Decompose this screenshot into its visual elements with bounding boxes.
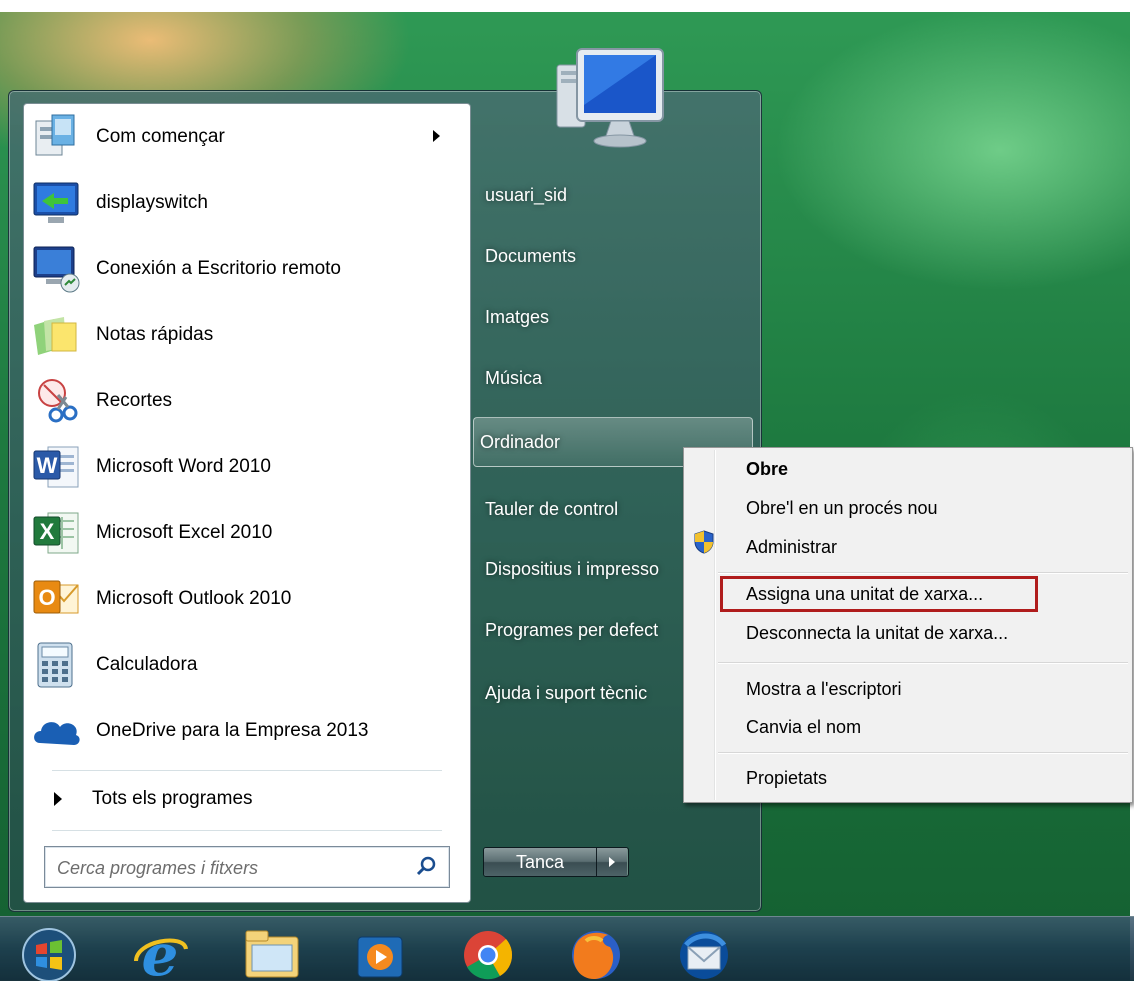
right-item-label: Ajuda i suport tècnic xyxy=(485,682,648,703)
programs-pane: Com començar displayswitch Conexión a Es… xyxy=(23,103,471,903)
menu-item-open[interactable]: Obre xyxy=(746,454,788,484)
program-item-com-comencar[interactable]: Com començar xyxy=(32,106,462,168)
right-item-label: Ordinador xyxy=(480,431,561,452)
program-label: Notas rápidas xyxy=(96,324,214,345)
menu-separator xyxy=(718,752,1128,754)
thunderbird-icon[interactable] xyxy=(672,923,736,981)
search-box[interactable] xyxy=(44,846,450,888)
menu-item-rename[interactable]: Canvia el nom xyxy=(746,712,861,742)
right-item-music[interactable]: Música xyxy=(479,358,755,398)
program-item-displayswitch[interactable]: displayswitch xyxy=(32,172,462,234)
program-item-sticky-notes[interactable]: Notas rápidas xyxy=(32,304,462,366)
start-menu: Com començar displayswitch Conexión a Es… xyxy=(8,48,762,912)
all-programs-button[interactable]: Tots els programes xyxy=(32,776,462,822)
start-orb-icon[interactable] xyxy=(14,923,84,981)
right-item-label: usuari_sid xyxy=(485,184,568,205)
computer-user-picture-icon xyxy=(556,48,664,148)
program-label: OneDrive para la Empresa 2013 xyxy=(96,720,369,741)
search-input[interactable] xyxy=(55,855,399,881)
right-item-label: Música xyxy=(485,367,543,388)
program-label: displayswitch xyxy=(96,192,208,213)
right-item-label: Tauler de control xyxy=(485,498,619,519)
expand-arrow-icon xyxy=(54,792,62,806)
onedrive-icon xyxy=(34,722,80,745)
menu-separator xyxy=(718,572,1128,574)
shutdown-button-group: Tanca xyxy=(483,847,629,877)
internet-explorer-icon[interactable]: e xyxy=(128,923,192,981)
program-item-snipping-tool[interactable]: Recortes xyxy=(32,370,462,432)
taskbar: e xyxy=(0,916,1134,981)
desktop-top-strip xyxy=(0,0,1134,12)
program-item-outlook[interactable]: O Microsoft Outlook 2010 xyxy=(32,568,462,630)
all-programs-label: Tots els programes xyxy=(92,788,253,809)
firefox-icon[interactable] xyxy=(564,923,628,981)
chrome-icon[interactable] xyxy=(456,923,520,981)
menu-separator xyxy=(718,662,1128,664)
remote-desktop-icon xyxy=(33,246,80,293)
program-item-excel[interactable]: X Microsoft Excel 2010 xyxy=(32,502,462,564)
excel-icon: X xyxy=(33,512,79,554)
program-label: Microsoft Word 2010 xyxy=(96,456,271,477)
displayswitch-icon xyxy=(33,182,79,223)
menu-item-disconnect-network-drive[interactable]: Desconnecta la unitat de xarxa... xyxy=(746,618,1008,648)
right-item-label: Imatges xyxy=(485,306,550,327)
right-item-pictures[interactable]: Imatges xyxy=(479,297,755,337)
program-label: Com començar xyxy=(96,126,225,147)
separator xyxy=(52,770,442,771)
program-item-remote-desktop[interactable]: Conexión a Escritorio remoto xyxy=(32,238,462,300)
media-player-icon[interactable] xyxy=(348,923,412,981)
shutdown-button[interactable]: Tanca xyxy=(484,848,596,876)
svg-text:X: X xyxy=(40,519,55,544)
outlook-icon: O xyxy=(33,580,79,614)
right-item-label: Documents xyxy=(485,245,577,266)
getting-started-icon xyxy=(35,114,75,156)
shutdown-options-arrow-icon[interactable] xyxy=(596,848,627,876)
menu-item-manage[interactable]: Administrar xyxy=(746,532,837,562)
right-item-label: Dispositius i impresso xyxy=(485,558,660,579)
submenu-arrow-icon xyxy=(433,130,440,142)
context-menu: Obre Obre'l en un procés nou Administrar… xyxy=(683,447,1133,803)
right-item-documents[interactable]: Documents xyxy=(479,236,755,276)
svg-text:e: e xyxy=(142,923,179,981)
program-label: Calculadora xyxy=(96,654,198,675)
uac-shield-icon xyxy=(694,530,714,554)
program-label: Conexión a Escritorio remoto xyxy=(96,258,341,279)
program-label: Microsoft Excel 2010 xyxy=(96,522,273,543)
program-item-word[interactable]: W Microsoft Word 2010 xyxy=(32,436,462,498)
program-label: Recortes xyxy=(96,390,173,411)
file-explorer-icon[interactable] xyxy=(240,923,304,981)
separator xyxy=(52,830,442,831)
program-item-calculator[interactable]: Calculadora xyxy=(32,634,462,696)
right-item-user[interactable]: usuari_sid xyxy=(479,175,755,215)
snipping-tool-icon xyxy=(38,379,78,423)
menu-item-show-on-desktop[interactable]: Mostra a l'escriptori xyxy=(746,674,901,704)
program-label: Microsoft Outlook 2010 xyxy=(96,588,292,609)
search-icon[interactable] xyxy=(415,855,437,877)
svg-text:O: O xyxy=(38,585,55,610)
calculator-icon xyxy=(37,642,73,688)
right-item-label: Programes per defect xyxy=(485,619,659,640)
word-icon: W xyxy=(33,446,79,488)
svg-text:W: W xyxy=(37,453,58,478)
sticky-notes-icon xyxy=(34,317,77,355)
menu-item-open-new-process[interactable]: Obre'l en un procés nou xyxy=(746,493,938,523)
program-item-onedrive[interactable]: OneDrive para la Empresa 2013 xyxy=(32,700,462,762)
highlight-box xyxy=(720,576,1038,612)
menu-item-properties[interactable]: Propietats xyxy=(746,763,827,793)
